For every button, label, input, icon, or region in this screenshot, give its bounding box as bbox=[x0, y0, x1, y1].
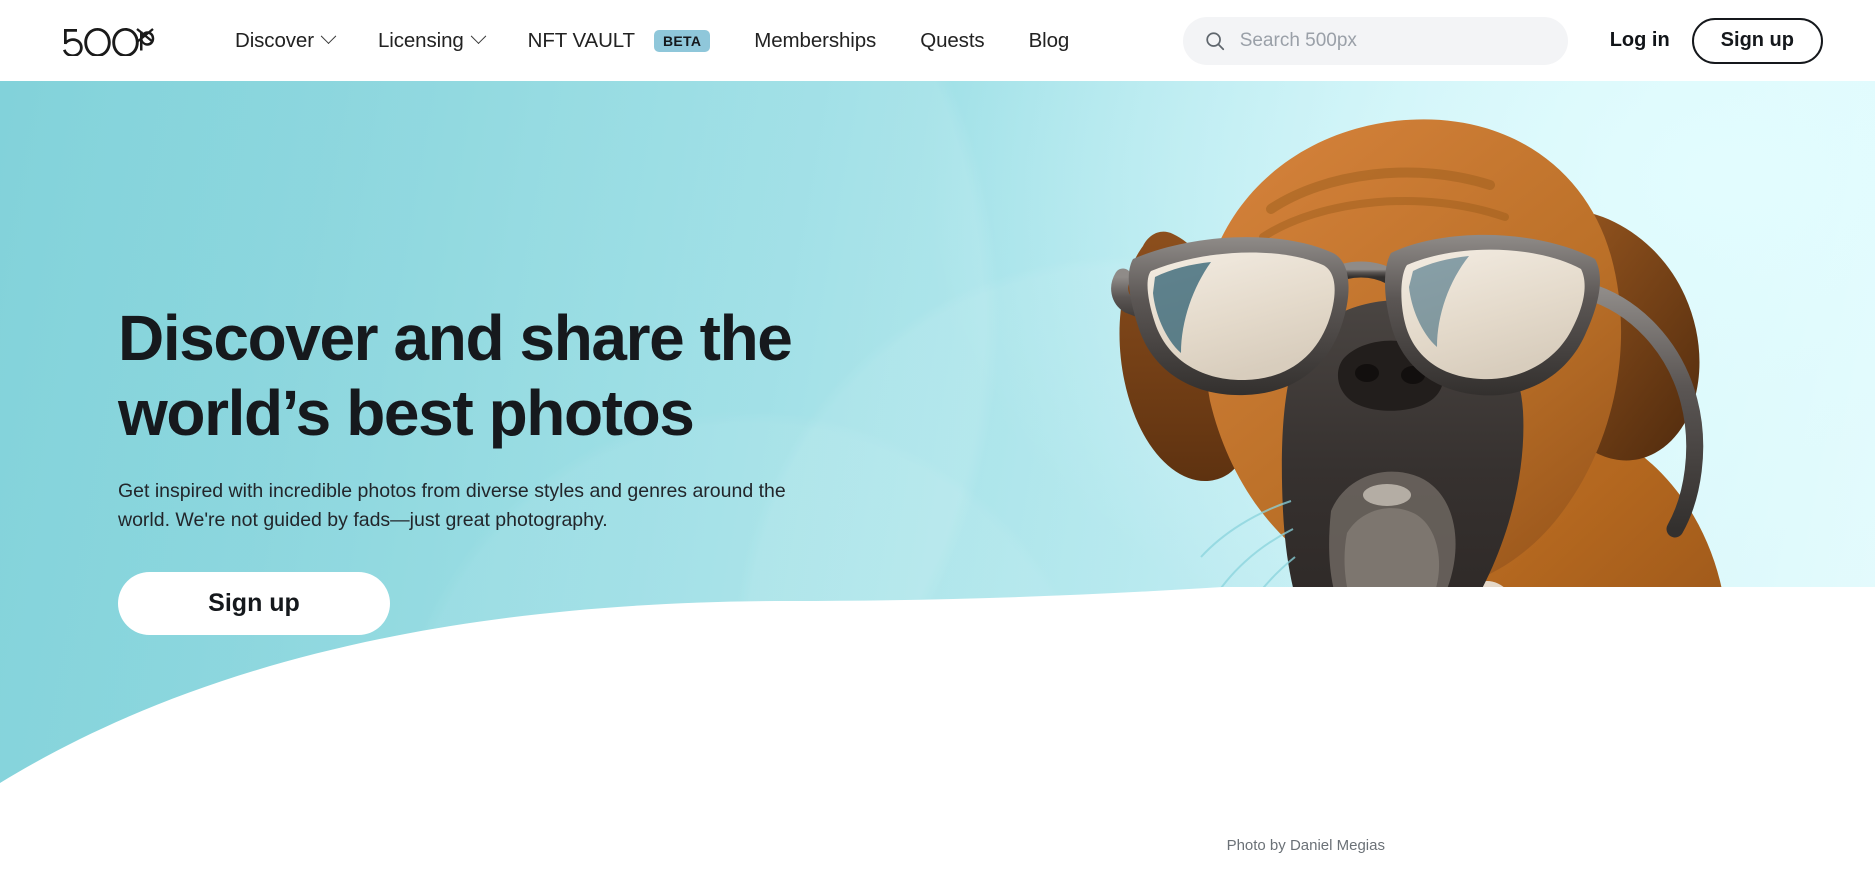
chevron-down-icon bbox=[320, 28, 337, 45]
nav-item-nft-vault-label: NFT VAULT bbox=[527, 28, 635, 52]
nav-item-licensing-label: Licensing bbox=[377, 28, 464, 52]
login-link[interactable]: Log in bbox=[1610, 29, 1670, 52]
500px-logo-x-icon bbox=[136, 27, 154, 43]
nav-right-group: Log in Sign up bbox=[1182, 0, 1823, 81]
hero-photo-dog-with-sunglasses bbox=[1095, 81, 1875, 821]
signup-nav-button[interactable]: Sign up bbox=[1691, 17, 1823, 64]
photo-credit: Photo by Daniel Megias bbox=[1226, 837, 1385, 854]
logo-500px[interactable] bbox=[62, 26, 157, 56]
beta-badge: BETA bbox=[653, 29, 711, 52]
hero-section: Discover and share the world’s best phot… bbox=[0, 81, 1875, 887]
nav-item-quests-label: Quests bbox=[920, 28, 985, 52]
nav-item-memberships[interactable]: Memberships bbox=[732, 21, 898, 61]
hero-title-line-2: world’s best photos bbox=[118, 376, 695, 449]
nav-item-blog[interactable]: Blog bbox=[1007, 21, 1092, 61]
nav-item-discover[interactable]: Discover bbox=[213, 21, 356, 61]
search-icon bbox=[1206, 31, 1224, 50]
dog-illustration-icon bbox=[1111, 119, 1813, 821]
hero-subtitle: Get inspired with incredible photos from… bbox=[118, 479, 786, 532]
top-navigation-bar: Discover Licensing NFT VAULT BETA Member… bbox=[0, 0, 1875, 81]
search-input[interactable] bbox=[1239, 29, 1540, 52]
nav-item-discover-label: Discover bbox=[235, 28, 314, 52]
hero-signup-button[interactable]: Sign up bbox=[118, 572, 390, 635]
nav-item-licensing[interactable]: Licensing bbox=[356, 21, 506, 61]
nav-item-memberships-label: Memberships bbox=[754, 28, 877, 52]
nav-item-quests[interactable]: Quests bbox=[898, 21, 1006, 61]
hero-content: Discover and share the world’s best phot… bbox=[118, 301, 858, 635]
nav-item-nft-vault[interactable]: NFT VAULT BETA bbox=[506, 21, 733, 61]
chevron-down-icon bbox=[470, 28, 486, 45]
nav-links: Discover Licensing NFT VAULT BETA Member… bbox=[213, 21, 1091, 61]
hero-title-line-1: Discover and share the bbox=[118, 302, 793, 374]
hero-title: Discover and share the world’s best phot… bbox=[118, 301, 858, 451]
search-box[interactable] bbox=[1182, 16, 1568, 65]
nav-item-blog-label: Blog bbox=[1028, 28, 1070, 52]
